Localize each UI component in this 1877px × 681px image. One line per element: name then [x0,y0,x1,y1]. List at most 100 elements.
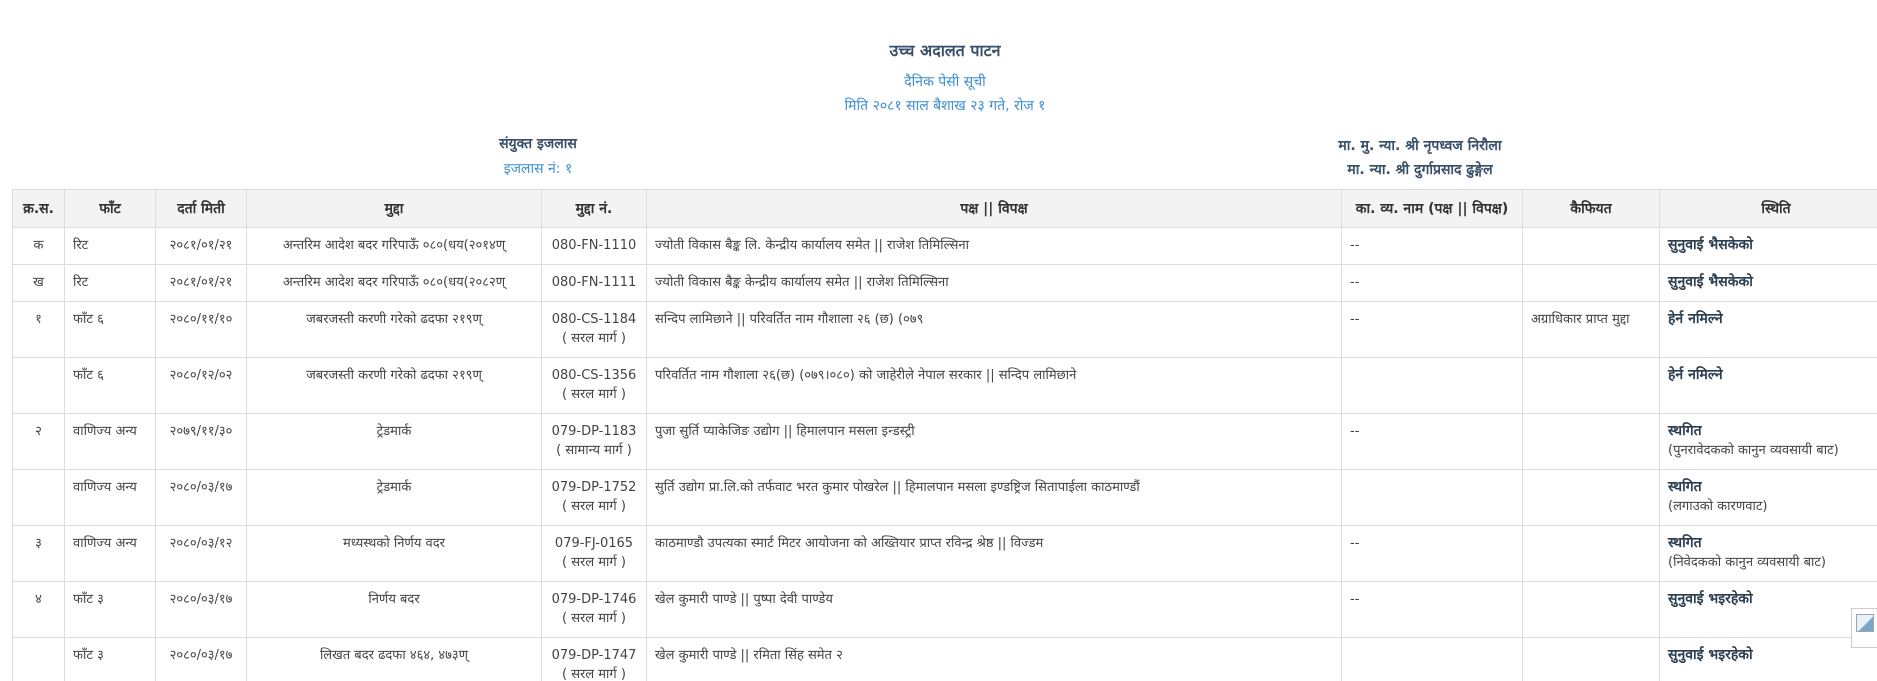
cell-parties: सन्दिप लामिछाने || परिवर्तित नाम गौशाला … [646,301,1342,358]
cell-status: हेर्न नमिल्ने [1659,357,1877,414]
cell-parties: ज्योती विकास बैङ्क लि. केन्द्रीय कार्याल… [646,227,1342,265]
broken-image-icon[interactable] [1851,608,1877,648]
case-number: 079-DP-1747 [551,648,637,663]
cell-parties: खेल कुमारी पाण्डे || रमिता सिंह समेत २ [646,637,1342,681]
cell-case: मध्यस्थको निर्णय वदर [246,525,542,582]
cell-section: वाणिज्य अन्य [64,525,156,582]
table-row: १ फाँट ६ २०८०/११/१० जबरजस्ती करणी गरेको … [12,301,1877,358]
cell-lawyer: -- [1341,581,1523,638]
status-note: (लगाउको कारणवाट) [1668,499,1768,514]
cell-status: हेर्न नमिल्ने [1659,301,1877,358]
list-title: दैनिक पेसी सूची [904,74,986,90]
table-row: फाँट ३ २०८०/०३/१७ लिखत बदर ढदफा ४६४, ४७३… [12,637,1877,681]
cell-lawyer: -- [1341,413,1523,470]
cell-parties: ज्योती विकास बैङ्क केन्द्रीय कार्यालय सम… [646,264,1342,302]
cell-remarks [1522,469,1660,526]
col-header-case-no: मुद्दा नं. [541,189,647,228]
cell-lawyer: -- [1341,301,1523,358]
cell-reg-date: २०८०/११/१० [155,301,247,358]
case-track: ( सामान्य मार्ग ) [556,443,632,458]
cell-case-no: 079-DP-1752 ( सरल मार्ग ) [541,469,647,526]
table-row: ख रिट २०८१/०१/२१ अन्तरिम आदेश बदर गरिपाऊ… [12,264,1877,302]
table-row: क रिट २०८१/०१/२१ अन्तरिम आदेश बदर गरिपाऊ… [12,227,1877,265]
cell-lawyer [1341,469,1523,526]
cell-serial [12,637,65,681]
bench-judges: मा. मु. न्या. श्री नृपध्वज निरौला मा. न्… [1270,134,1570,182]
col-header-parties: पक्ष || विपक्ष [646,189,1342,228]
court-header: उच्च अदालत पाटन दैनिक पेसी सूची मिति २०८… [0,40,1877,116]
cell-case: जबरजस्ती करणी गरेको ढदफा २१९ण् [246,301,542,358]
case-track: ( सरल मार्ग ) [562,667,626,681]
col-header-remarks: कैफियत [1522,189,1660,228]
status-note: (पुनरावेदकको कानुन व्यवसायी बाट) [1668,443,1839,458]
cell-remarks [1522,581,1660,638]
cell-reg-date: २०८०/०३/१२ [155,525,247,582]
cell-case: ट्रेडमार्क [246,469,542,526]
cell-section: फाँट ३ [64,581,156,638]
case-track: ( सरल मार्ग ) [562,499,626,514]
status-note: (निवेदकको कानुन व्यवसायी बाट) [1668,555,1826,570]
col-header-status: स्थिति [1659,189,1877,228]
judge-name: मा. न्या. श्री दुर्गाप्रसाद ढुङ्गेल [1347,162,1493,178]
status-text: स्थगित [1668,479,1702,495]
col-header-section: फाँट [64,189,156,228]
cell-case: लिखत बदर ढदफा ४६४, ४७३ण् [246,637,542,681]
cell-serial: १ [12,301,65,358]
cell-section: वाणिज्य अन्य [64,413,156,470]
status-text: सुनुवाई भइरहेको [1668,647,1753,663]
cell-case-no: 080-FN-1110 [541,227,647,265]
cell-case-no: 080-CS-1356 ( सरल मार्ग ) [541,357,647,414]
cell-serial: ४ [12,581,65,638]
status-text: सुनुवाई भैसकेको [1668,274,1753,290]
cell-case-no: 079-FJ-0165 ( सरल मार्ग ) [541,525,647,582]
cell-remarks [1522,525,1660,582]
table-row: फाँट ६ २०८०/१२/०२ जबरजस्ती करणी गरेको ढद… [12,357,1877,414]
cell-reg-date: २०८१/०१/२१ [155,227,247,265]
cell-status: स्थगित (निवेदकको कानुन व्यवसायी बाट) [1659,525,1877,582]
cell-lawyer: -- [1341,227,1523,265]
status-text: सुनुवाई भइरहेको [1668,591,1753,607]
cell-serial: क [12,227,65,265]
cell-status: सुनुवाई भइरहेको [1659,637,1877,681]
status-text: स्थगित [1668,535,1702,551]
list-date: मिति २०८१ साल बैशाख २३ गते, रोज १ [844,98,1046,114]
cell-status: स्थगित (पुनरावेदकको कानुन व्यवसायी बाट) [1659,413,1877,470]
case-number: 079-FJ-0165 [554,536,634,551]
cell-reg-date: २०८०/०३/१७ [155,469,247,526]
court-name: उच्च अदालत पाटन [889,41,1001,60]
cell-case-no: 080-CS-1184 ( सरल मार्ग ) [541,301,647,358]
col-header-case: मुद्दा [246,189,542,228]
cell-status: सुनुवाई भैसकेको [1659,264,1877,302]
col-header-lawyer: का. व्य. नाम (पक्ष || विपक्ष) [1341,189,1523,228]
cell-remarks [1522,413,1660,470]
cell-parties: काठमाण्डौ उपत्यका स्मार्ट मिटर आयोजना को… [646,525,1342,582]
cell-serial [12,357,65,414]
case-track: ( सरल मार्ग ) [562,387,626,402]
cell-section: वाणिज्य अन्य [64,469,156,526]
cell-lawyer: -- [1341,264,1523,302]
table-row: २ वाणिज्य अन्य २०७९/११/३० ट्रेडमार्क 079… [12,413,1877,470]
cell-lawyer [1341,357,1523,414]
case-number: 079-DP-1183 [551,424,637,439]
table-row: वाणिज्य अन्य २०८०/०३/१७ ट्रेडमार्क 079-D… [12,469,1877,526]
case-number: 080-CS-1356 [551,368,637,383]
cell-case: निर्णय बदर [246,581,542,638]
case-number: 079-DP-1752 [551,480,637,495]
col-header-serial: क्र.स. [12,189,65,228]
cell-reg-date: २०८०/०३/१७ [155,637,247,681]
cell-reg-date: २०७९/११/३० [155,413,247,470]
bench-info: संयुक्त इजलास इजलास नं: १ [388,134,688,179]
cell-section: रिट [64,264,156,302]
bench-title: संयुक्त इजलास [499,136,577,152]
cell-reg-date: २०८१/०१/२१ [155,264,247,302]
cell-remarks [1522,637,1660,681]
case-track: ( सरल मार्ग ) [562,331,626,346]
case-number: 080-FN-1110 [551,238,637,253]
case-track: ( सरल मार्ग ) [562,555,626,570]
table-header-row: क्र.स. फाँट दर्ता मिती मुद्दा मुद्दा नं.… [12,189,1877,228]
case-number: 080-FN-1111 [551,275,637,290]
cause-list-table: क्र.स. फाँट दर्ता मिती मुद्दा मुद्दा नं.… [12,189,1877,681]
cell-parties: खेल कुमारी पाण्डे || पुष्पा देवी पाण्डेय [646,581,1342,638]
cell-parties: परिवर्तित नाम गौशाला २६(छ) (०७९।०८०) को … [646,357,1342,414]
cell-lawyer [1341,637,1523,681]
